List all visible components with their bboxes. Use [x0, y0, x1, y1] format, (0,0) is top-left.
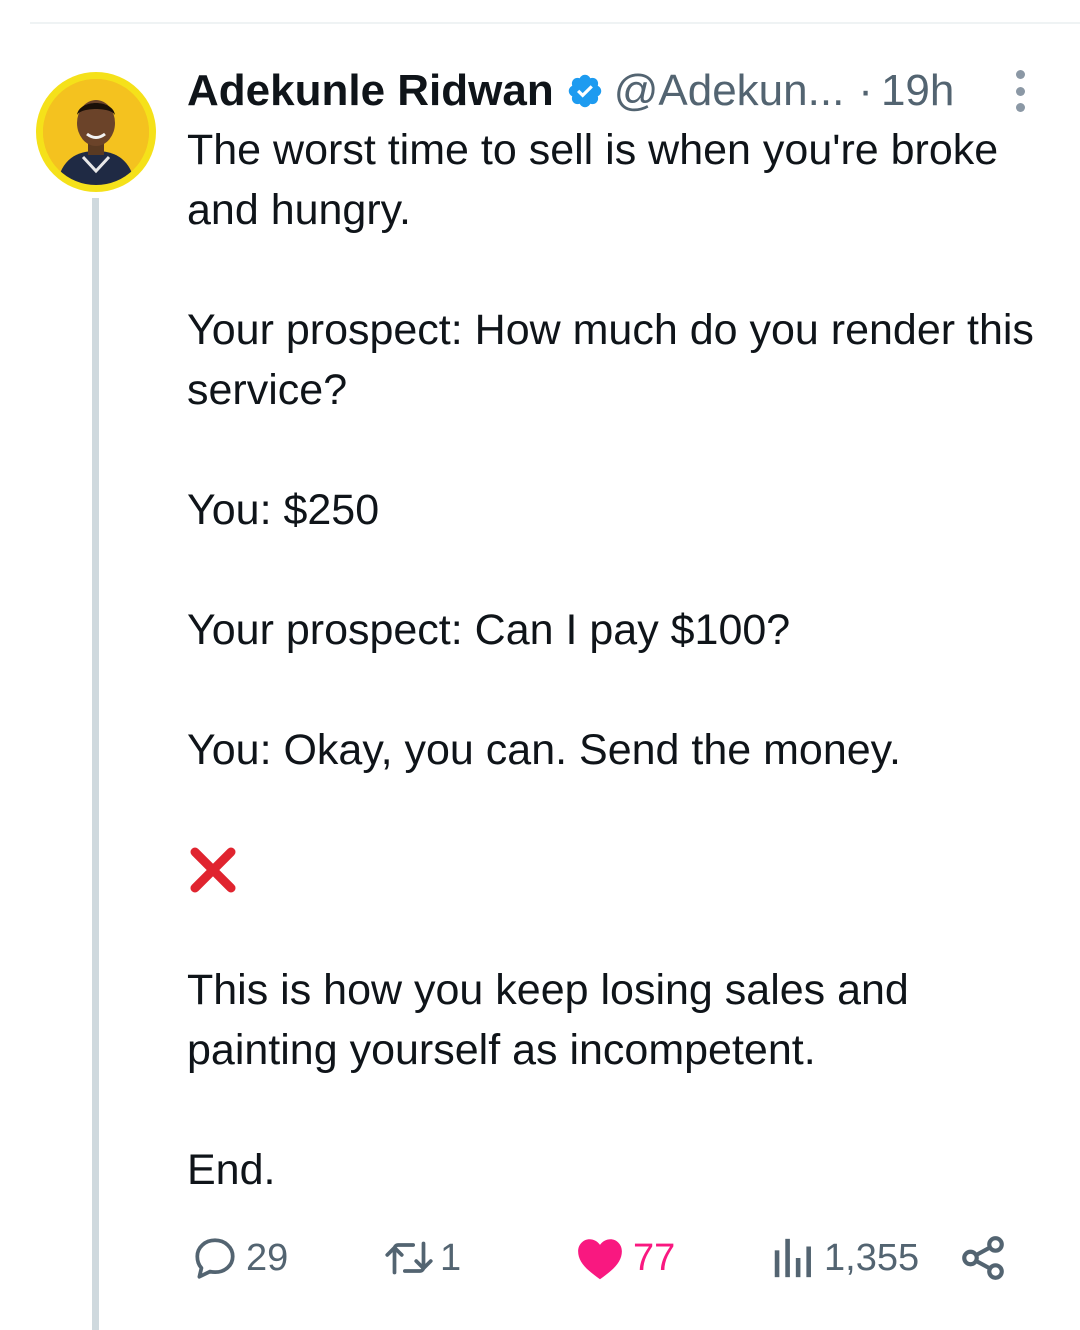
tweet-paragraph: End.	[187, 1146, 276, 1194]
repost-button[interactable]: 1	[380, 1230, 461, 1286]
verified-badge-icon	[568, 74, 601, 108]
avatar[interactable]	[36, 72, 156, 192]
views-chart-icon	[774, 1238, 811, 1278]
author-handle[interactable]: @Adekun...	[614, 66, 845, 116]
tweet-text: The worst time to sell is when you're br…	[187, 120, 1037, 1200]
avatar-photo	[43, 79, 149, 185]
top-divider	[30, 22, 1080, 24]
reply-button[interactable]: 29	[190, 1230, 288, 1286]
share-icon	[962, 1236, 1004, 1280]
tweet-paragraph: You: Okay, you can. Send the money.	[187, 726, 901, 774]
tweet-paragraph: This is how you keep losing sales and pa…	[187, 966, 909, 1074]
reply-icon	[195, 1238, 235, 1279]
tweet-paragraph: Your prospect: How much do you render th…	[187, 306, 1034, 414]
share-button[interactable]	[958, 1230, 1008, 1286]
tweet-paragraph: Your prospect: Can I pay $100?	[187, 606, 791, 654]
views-button[interactable]: 1,355	[770, 1230, 919, 1286]
cross-mark-icon	[190, 847, 236, 893]
tweet-header: Adekunle Ridwan @Adekun... · 19h	[187, 66, 1040, 116]
thread-line	[92, 198, 99, 1330]
header-separator: ·	[858, 66, 873, 115]
like-count: 77	[633, 1236, 676, 1279]
repost-icon	[385, 1241, 433, 1275]
tweet-timestamp[interactable]: 19h	[881, 66, 954, 116]
like-button[interactable]: 77	[575, 1230, 675, 1286]
repost-count: 1	[440, 1236, 462, 1279]
heart-icon	[578, 1239, 622, 1280]
tweet-actions: 29 1 77 1,355	[0, 1230, 1080, 1286]
more-options-icon[interactable]	[1010, 70, 1030, 112]
tweet-paragraph: You: $250	[187, 486, 380, 534]
author-name[interactable]: Adekunle Ridwan	[187, 66, 554, 116]
tweet-paragraph: The worst time to sell is when you're br…	[187, 126, 999, 234]
reply-count: 29	[246, 1236, 289, 1279]
views-count: 1,355	[824, 1236, 920, 1279]
